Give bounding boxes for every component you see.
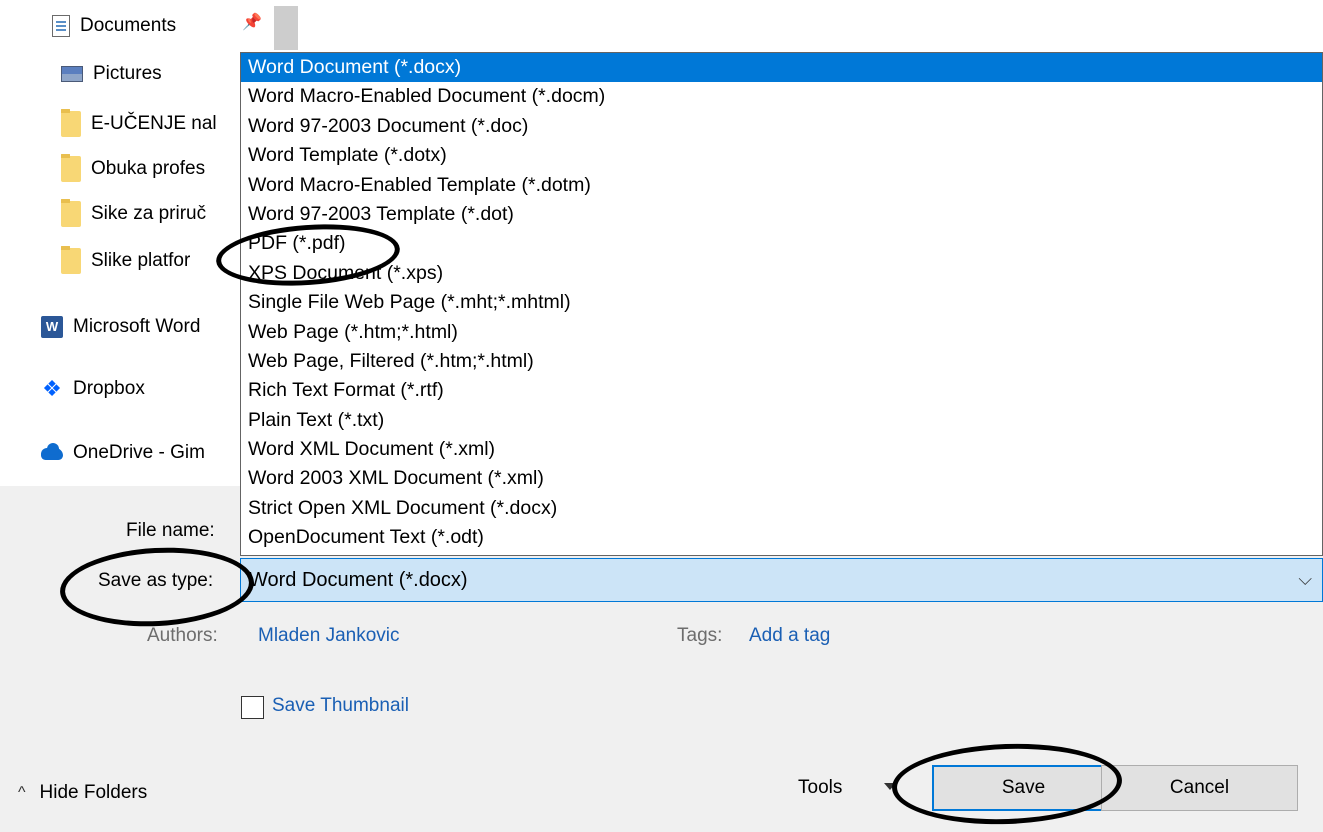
folder-icon (61, 246, 81, 274)
nav-item-pictures[interactable]: Pictures (61, 59, 162, 89)
file-name-label: File name: (126, 520, 215, 541)
file-type-option[interactable]: Rich Text Format (*.rtf) (241, 376, 1322, 405)
chevron-up-icon: ^ (18, 784, 26, 801)
file-type-option[interactable]: PDF (*.pdf) (241, 229, 1322, 258)
file-type-option[interactable]: Word Macro-Enabled Template (*.dotm) (241, 171, 1322, 200)
tags-label: Tags: (677, 625, 723, 646)
authors-value[interactable]: Mladen Jankovic (258, 625, 400, 647)
onedrive-icon (41, 442, 63, 464)
nav-item-label: Pictures (93, 63, 162, 84)
chevron-down-icon: ⌵ (1298, 569, 1312, 589)
nav-item-label: E-UČENJE nal (91, 113, 217, 134)
nav-item-folder-sike[interactable]: Sike za priruč (61, 199, 206, 229)
nav-item-label: Sike za priruč (91, 203, 207, 224)
file-type-option[interactable]: Word 97-2003 Template (*.dot) (241, 200, 1322, 229)
authors-label: Authors: (147, 625, 218, 646)
navigation-pane: Documents Pictures E-UČENJE nal Obuka pr… (0, 0, 240, 486)
tools-button[interactable]: Tools (798, 777, 842, 799)
file-type-option[interactable]: OpenDocument Text (*.odt) (241, 523, 1322, 552)
file-type-option[interactable]: Web Page, Filtered (*.htm;*.html) (241, 347, 1322, 376)
file-type-option[interactable]: Plain Text (*.txt) (241, 406, 1322, 435)
nav-item-folder-e-ucenje[interactable]: E-UČENJE nal (61, 109, 217, 139)
pin-icon[interactable]: 📌 (242, 12, 262, 32)
add-tag-link[interactable]: Add a tag (749, 625, 830, 647)
nav-item-onedrive[interactable]: OneDrive - Gim (41, 438, 205, 468)
file-type-option[interactable]: Word Document (*.docx) (241, 53, 1322, 83)
file-type-option[interactable]: Single File Web Page (*.mht;*.mhtml) (241, 288, 1322, 317)
save-thumbnail-checkbox[interactable] (241, 696, 264, 719)
pictures-icon (61, 66, 83, 82)
folder-icon (61, 154, 81, 182)
file-type-option[interactable]: Word Template (*.dotx) (241, 141, 1322, 170)
tools-dropdown-arrow-icon[interactable] (884, 783, 896, 790)
document-icon (52, 15, 70, 37)
file-type-option[interactable]: Word XML Document (*.xml) (241, 435, 1322, 464)
file-type-option[interactable]: Strict Open XML Document (*.docx) (241, 494, 1322, 523)
file-type-option[interactable]: Word 97-2003 Document (*.doc) (241, 112, 1322, 141)
save-as-type-value: Word Document (*.docx) (249, 568, 468, 591)
nav-item-label: Microsoft Word (73, 316, 201, 337)
file-type-option[interactable]: Word Macro-Enabled Document (*.docm) (241, 82, 1322, 111)
folder-icon (61, 199, 81, 227)
nav-item-label: OneDrive - Gim (73, 442, 205, 463)
nav-item-folder-slike[interactable]: Slike platfor (61, 246, 190, 276)
file-type-option[interactable]: Web Page (*.htm;*.html) (241, 318, 1322, 347)
nav-item-label: Dropbox (73, 378, 145, 399)
hide-folders-label: Hide Folders (39, 782, 148, 803)
save-as-type-label: Save as type: (98, 570, 214, 591)
nav-item-label: Slike platfor (91, 250, 191, 271)
save-as-type-select[interactable]: Word Document (*.docx) ⌵ (240, 558, 1323, 602)
nav-item-microsoft-word[interactable]: W Microsoft Word (41, 312, 200, 342)
file-type-option[interactable]: XPS Document (*.xps) (241, 259, 1322, 288)
folder-icon (61, 109, 81, 137)
dropbox-icon: ❖ (42, 376, 62, 401)
nav-item-label: Documents (80, 15, 177, 36)
hide-folders-button[interactable]: ^ Hide Folders (18, 782, 147, 804)
word-icon: W (41, 316, 63, 338)
nav-item-dropbox[interactable]: ❖ Dropbox (41, 374, 145, 404)
save-button[interactable]: Save (932, 765, 1115, 811)
nav-item-folder-obuka[interactable]: Obuka profes (61, 154, 205, 184)
file-type-option[interactable]: Word 2003 XML Document (*.xml) (241, 464, 1322, 493)
cancel-button[interactable]: Cancel (1101, 765, 1298, 811)
nav-item-documents[interactable]: Documents (52, 11, 176, 41)
save-thumbnail-label[interactable]: Save Thumbnail (272, 695, 409, 717)
file-type-dropdown-list: Word Document (*.docx) Word Macro-Enabled… (240, 52, 1323, 556)
scrollbar-thumb[interactable] (274, 6, 298, 50)
nav-item-label: Obuka profes (91, 158, 206, 179)
